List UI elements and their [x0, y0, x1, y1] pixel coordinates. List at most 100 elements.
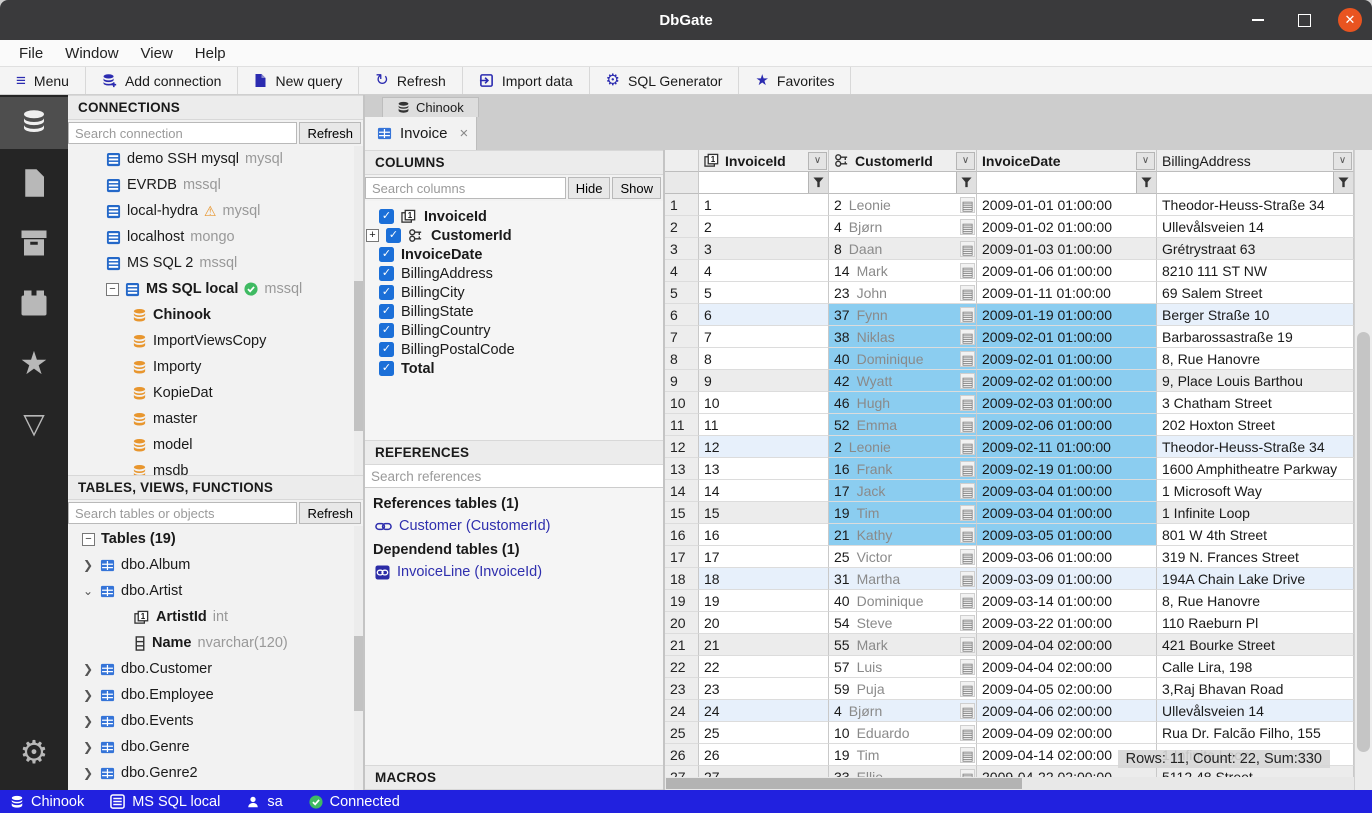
- row-number-cell[interactable]: 22: [665, 656, 699, 678]
- checkbox-checked-icon[interactable]: ✓: [379, 247, 394, 262]
- connection-item[interactable]: msdb: [68, 458, 363, 475]
- cell-invoiceid[interactable]: 16: [699, 524, 829, 546]
- table-item[interactable]: ❯dbo.Genre: [68, 734, 363, 760]
- favorites-button[interactable]: ★Favorites: [739, 67, 851, 94]
- open-reference-icon[interactable]: ▤: [960, 197, 975, 213]
- cell-billingaddress[interactable]: Ullevålsveien 14: [1157, 700, 1354, 722]
- cell-customerid[interactable]: 42Wyatt▤: [829, 370, 977, 392]
- chevron-right-icon[interactable]: ❯: [82, 558, 94, 572]
- cell-billingaddress[interactable]: 3 Chatham Street: [1157, 392, 1354, 414]
- table-item[interactable]: ❯dbo.Events: [68, 708, 363, 734]
- cell-customerid[interactable]: 55Mark▤: [829, 634, 977, 656]
- cell-customerid[interactable]: 25Victor▤: [829, 546, 977, 568]
- tab-close-icon[interactable]: ×: [460, 125, 469, 142]
- row-number-cell[interactable]: 16: [665, 524, 699, 546]
- checkbox-checked-icon[interactable]: ✓: [379, 209, 394, 224]
- status-chinook[interactable]: Chinook: [10, 794, 84, 810]
- sidebar-history-icon[interactable]: [0, 277, 68, 329]
- row-number-cell[interactable]: 14: [665, 480, 699, 502]
- cell-billingaddress[interactable]: 110 Raeburn Pl: [1157, 612, 1354, 634]
- cell-billingaddress[interactable]: Grétrystraat 63: [1157, 238, 1354, 260]
- open-reference-icon[interactable]: ▤: [960, 241, 975, 257]
- chevron-right-icon[interactable]: ❯: [82, 740, 94, 754]
- cell-customerid[interactable]: 14Mark▤: [829, 260, 977, 282]
- cell-customerid[interactable]: 16Frank▤: [829, 458, 977, 480]
- connection-item[interactable]: ImportViewsCopy: [68, 328, 363, 354]
- chevron-right-icon[interactable]: ❯: [82, 662, 94, 676]
- cell-customerid[interactable]: 59Puja▤: [829, 678, 977, 700]
- cell-invoiceid[interactable]: 3: [699, 238, 829, 260]
- open-reference-icon[interactable]: ▤: [960, 637, 975, 653]
- cell-invoiceid[interactable]: 14: [699, 480, 829, 502]
- row-number-cell[interactable]: 3: [665, 238, 699, 260]
- new-query-button[interactable]: New query: [238, 67, 359, 94]
- checkbox-checked-icon[interactable]: ✓: [379, 323, 394, 338]
- table-item[interactable]: ⌄dbo.Artist: [68, 578, 363, 604]
- row-number-cell[interactable]: 8: [665, 348, 699, 370]
- cell-invoicedate[interactable]: 2009-02-11 01:00:00: [977, 436, 1157, 458]
- column-menu-chevron-icon[interactable]: ∨: [1136, 152, 1155, 170]
- open-reference-icon[interactable]: ▤: [960, 747, 975, 763]
- column-toggle-billingcountry[interactable]: ✓BillingCountry: [365, 321, 663, 340]
- cell-invoiceid[interactable]: 6: [699, 304, 829, 326]
- checkbox-checked-icon[interactable]: ✓: [386, 228, 401, 243]
- connection-item[interactable]: model: [68, 432, 363, 458]
- row-number-cell[interactable]: 17: [665, 546, 699, 568]
- open-reference-icon[interactable]: ▤: [960, 527, 975, 543]
- cell-customerid[interactable]: 2Leonie▤: [829, 436, 977, 458]
- menu-help[interactable]: Help: [186, 43, 235, 64]
- open-reference-icon[interactable]: ▤: [960, 549, 975, 565]
- table-item[interactable]: ❯dbo.Album: [68, 552, 363, 578]
- column-toggle-invoiceid[interactable]: ✓1InvoiceId: [365, 207, 663, 226]
- cell-invoicedate[interactable]: 2009-01-11 01:00:00: [977, 282, 1157, 304]
- cell-invoiceid[interactable]: 2: [699, 216, 829, 238]
- cell-billingaddress[interactable]: Theodor-Heuss-Straße 34: [1157, 436, 1354, 458]
- cell-customerid[interactable]: 40Dominique▤: [829, 590, 977, 612]
- open-reference-icon[interactable]: ▤: [960, 417, 975, 433]
- cell-billingaddress[interactable]: 1 Infinite Loop: [1157, 502, 1354, 524]
- import-data-button[interactable]: Import data: [463, 67, 590, 94]
- cell-billingaddress[interactable]: 8210 111 ST NW: [1157, 260, 1354, 282]
- table-item[interactable]: 1ArtistIdint: [68, 604, 363, 630]
- connection-item[interactable]: localhostmongo: [68, 224, 363, 250]
- cell-invoicedate[interactable]: 2009-01-01 01:00:00: [977, 194, 1157, 216]
- checkbox-checked-icon[interactable]: ✓: [379, 304, 394, 319]
- column-toggle-total[interactable]: ✓Total: [365, 359, 663, 378]
- cell-invoicedate[interactable]: 2009-03-04 01:00:00: [977, 502, 1157, 524]
- cell-customerid[interactable]: 37Fynn▤: [829, 304, 977, 326]
- cell-invoiceid[interactable]: 26: [699, 744, 829, 766]
- table-item[interactable]: Namenvarchar(120): [68, 630, 363, 656]
- cell-invoicedate[interactable]: 2009-02-03 01:00:00: [977, 392, 1157, 414]
- connection-item[interactable]: MS SQL 2mssql: [68, 250, 363, 276]
- reference-link[interactable]: InvoiceLine (InvoiceId): [375, 564, 655, 580]
- status-sa[interactable]: sa: [246, 794, 282, 810]
- cell-customerid[interactable]: 31Martha▤: [829, 568, 977, 590]
- cell-invoiceid[interactable]: 9: [699, 370, 829, 392]
- tables-scrollbar[interactable]: [354, 526, 363, 790]
- row-number-cell[interactable]: 25: [665, 722, 699, 744]
- cell-invoiceid[interactable]: 23: [699, 678, 829, 700]
- cell-customerid[interactable]: 8Daan▤: [829, 238, 977, 260]
- cell-billingaddress[interactable]: Rua Dr. Falcão Filho, 155: [1157, 722, 1354, 744]
- menu-window[interactable]: Window: [56, 43, 127, 64]
- cell-billingaddress[interactable]: 1 Microsoft Way: [1157, 480, 1354, 502]
- cell-invoicedate[interactable]: 2009-01-02 01:00:00: [977, 216, 1157, 238]
- cell-invoiceid[interactable]: 13: [699, 458, 829, 480]
- open-reference-icon[interactable]: ▤: [960, 395, 975, 411]
- cell-invoiceid[interactable]: 24: [699, 700, 829, 722]
- cell-billingaddress[interactable]: 8, Rue Hanovre: [1157, 348, 1354, 370]
- cell-billingaddress[interactable]: 8, Rue Hanovre: [1157, 590, 1354, 612]
- open-reference-icon[interactable]: ▤: [960, 461, 975, 477]
- reference-link[interactable]: Customer (CustomerId): [375, 518, 655, 534]
- cell-billingaddress[interactable]: 801 W 4th Street: [1157, 524, 1354, 546]
- open-reference-icon[interactable]: ▤: [960, 725, 975, 741]
- sidebar-database-icon[interactable]: [0, 97, 68, 149]
- cell-invoicedate[interactable]: 2009-03-14 01:00:00: [977, 590, 1157, 612]
- row-number-cell[interactable]: 4: [665, 260, 699, 282]
- cell-invoiceid[interactable]: 15: [699, 502, 829, 524]
- column-toggle-billingpostalcode[interactable]: ✓BillingPostalCode: [365, 340, 663, 359]
- row-number-cell[interactable]: 11: [665, 414, 699, 436]
- cell-billingaddress[interactable]: 421 Bourke Street: [1157, 634, 1354, 656]
- open-reference-icon[interactable]: ▤: [960, 285, 975, 301]
- open-reference-icon[interactable]: ▤: [960, 483, 975, 499]
